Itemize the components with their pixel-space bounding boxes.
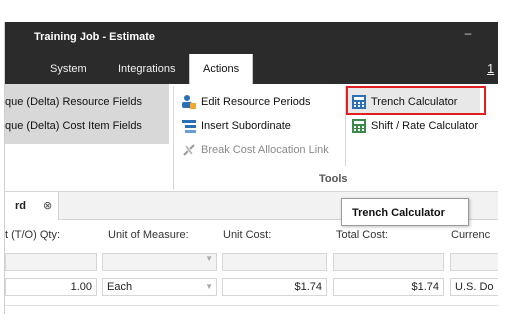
tools-group-label: Tools bbox=[319, 173, 348, 185]
filter-unit-cost[interactable] bbox=[222, 253, 327, 271]
close-tab-icon[interactable]: ⊗ bbox=[43, 199, 52, 212]
help-shortcut-indicator[interactable]: 1 bbox=[487, 61, 494, 76]
cell-unit-of-measure[interactable]: Each ▼ bbox=[102, 278, 217, 296]
delta-resource-fields-item[interactable]: que (Delta) Resource Fields bbox=[5, 91, 142, 113]
column-header-unit-of-measure[interactable]: Unit of Measure: bbox=[108, 229, 189, 241]
insert-subordinate-label: Insert Subordinate bbox=[201, 120, 291, 132]
column-header-currency[interactable]: Currenc bbox=[451, 229, 490, 241]
column-header-qty[interactable]: t (T/O) Qty: bbox=[5, 229, 60, 241]
shift-rate-calculator-icon bbox=[352, 119, 366, 133]
shift-rate-calculator-label: Shift / Rate Calculator bbox=[371, 120, 478, 132]
document-tab-label: rd bbox=[15, 200, 26, 212]
edit-resource-periods-button[interactable]: Edit Resource Periods bbox=[181, 91, 331, 113]
trench-calculator-tooltip: Trench Calculator bbox=[341, 198, 469, 226]
insert-subordinate-icon bbox=[182, 120, 196, 133]
delta-fields-group: que (Delta) Resource Fields que (Delta) … bbox=[5, 84, 169, 144]
cell-total-cost[interactable]: $1.74 bbox=[333, 278, 444, 296]
menu-system[interactable]: System bbox=[50, 63, 87, 75]
minimize-button[interactable]: – bbox=[460, 26, 476, 40]
break-cost-allocation-link-button[interactable]: Break Cost Allocation Link bbox=[181, 139, 341, 161]
trench-calculator-button[interactable]: Trench Calculator bbox=[351, 91, 479, 113]
ribbon-separator bbox=[173, 86, 174, 190]
filter-total-cost[interactable] bbox=[333, 253, 444, 271]
chevron-down-icon: ▼ bbox=[205, 282, 213, 291]
insert-subordinate-button[interactable]: Insert Subordinate bbox=[181, 115, 331, 137]
cell-qty[interactable]: 1.00 bbox=[5, 278, 97, 296]
break-link-icon bbox=[183, 144, 195, 156]
title-bar: Training Job - Estimate – bbox=[5, 22, 498, 54]
tooltip-text: Trench Calculator bbox=[352, 207, 445, 219]
chevron-down-icon: ▼ bbox=[205, 254, 213, 263]
window-title: Training Job - Estimate bbox=[34, 31, 156, 43]
column-header-total-cost[interactable]: Total Cost: bbox=[336, 229, 388, 241]
grid-divider bbox=[5, 305, 498, 306]
filter-qty[interactable] bbox=[5, 253, 97, 271]
document-tab[interactable]: rd ⊗ bbox=[5, 192, 59, 220]
resource-periods-icon bbox=[182, 95, 196, 109]
app-window: Training Job - Estimate – System Integra… bbox=[0, 0, 506, 322]
menu-bar: System Integrations Actions 1 bbox=[5, 54, 498, 84]
trench-calculator-label: Trench Calculator bbox=[371, 96, 458, 108]
edit-resource-periods-label: Edit Resource Periods bbox=[201, 96, 311, 108]
cell-currency[interactable]: U.S. Do bbox=[450, 278, 498, 296]
filter-currency[interactable] bbox=[450, 253, 498, 271]
unit-of-measure-value: Each bbox=[107, 281, 133, 293]
column-header-unit-cost[interactable]: Unit Cost: bbox=[223, 229, 271, 241]
menu-actions[interactable]: Actions bbox=[189, 54, 254, 84]
break-cost-allocation-link-label: Break Cost Allocation Link bbox=[201, 144, 329, 156]
cost-item-grid: t (T/O) Qty: Unit of Measure: Unit Cost:… bbox=[5, 221, 498, 314]
filter-unit-of-measure[interactable]: ▼ bbox=[102, 253, 217, 271]
delta-cost-item-fields-item[interactable]: que (Delta) Cost Item Fields bbox=[5, 115, 142, 137]
cell-unit-cost[interactable]: $1.74 bbox=[222, 278, 327, 296]
menu-integrations[interactable]: Integrations bbox=[118, 63, 175, 75]
ribbon: que (Delta) Resource Fields que (Delta) … bbox=[5, 84, 498, 192]
trench-calculator-icon bbox=[352, 95, 366, 109]
shift-rate-calculator-button[interactable]: Shift / Rate Calculator bbox=[351, 115, 496, 137]
application-frame: Training Job - Estimate – System Integra… bbox=[4, 22, 498, 314]
